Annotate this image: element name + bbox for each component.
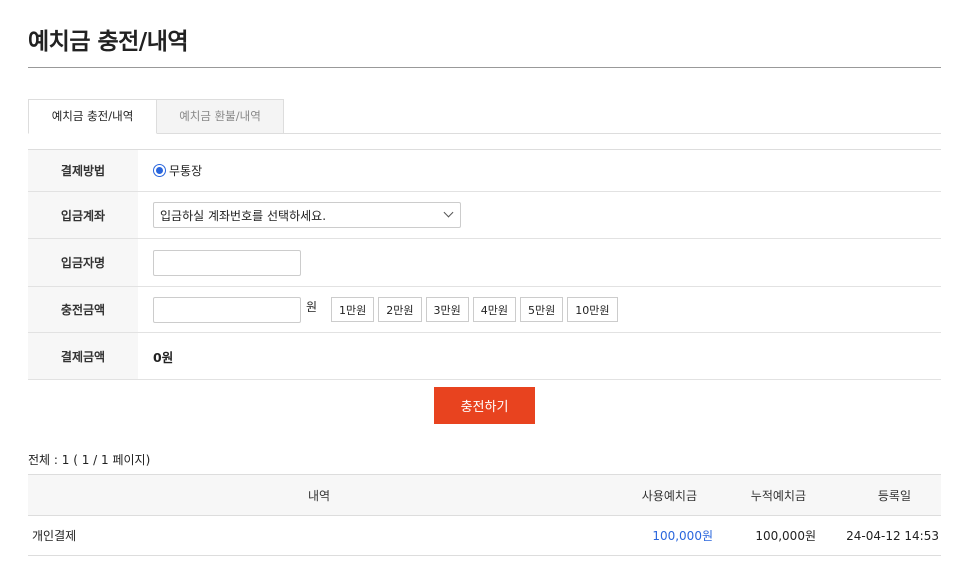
won-unit-label: 원 (306, 299, 318, 314)
history-table: 내역 사용예치금 누적예치금 등록일 개인결제 100,000원 100,000… (28, 474, 941, 556)
tab-charge-history[interactable]: 예치금 충전/내역 (28, 99, 157, 134)
bank-transfer-radio[interactable] (153, 164, 166, 177)
charge-amount-label: 충전금액 (28, 287, 138, 332)
charge-amount-input[interactable] (153, 296, 301, 323)
quick-amount-50000-button[interactable]: 5만원 (520, 297, 564, 322)
payment-amount-row: 결제금액 0원 (28, 333, 941, 380)
payment-method-label: 결제방법 (28, 150, 138, 191)
depositor-name-input[interactable] (153, 249, 301, 276)
quick-amount-10000-button[interactable]: 1만원 (331, 297, 375, 322)
deposit-account-label: 입금계좌 (28, 192, 138, 238)
charge-form: 결제방법 무통장 입금계좌 입금하실 계좌번호를 선택하세요. 입금자명 충전금… (28, 149, 941, 380)
deposit-account-selected: 입금하실 계좌번호를 선택하세요. (160, 208, 327, 223)
header-accumulated-deposit: 누적예치금 (750, 488, 806, 503)
page-title: 예치금 충전/내역 (28, 29, 189, 55)
tab-bar: 예치금 충전/내역 예치금 환불/내역 (28, 99, 941, 134)
table-header: 내역 사용예치금 누적예치금 등록일 (28, 475, 941, 516)
payment-method-row: 결제방법 무통장 (28, 150, 941, 192)
charge-button[interactable]: 충전하기 (434, 387, 535, 424)
tab-refund-history[interactable]: 예치금 환불/내역 (157, 99, 284, 134)
header-description: 내역 (307, 488, 331, 503)
quick-amount-30000-button[interactable]: 3만원 (425, 297, 469, 322)
charge-amount-row: 충전금액 원 1만원 2만원 3만원 4만원 5만원 10만원 (28, 287, 941, 333)
total-count: 전체 : 1 ( 1 / 1 페이지) (28, 453, 151, 467)
quick-amount-100000-button[interactable]: 10만원 (567, 297, 618, 322)
deposit-account-select[interactable]: 입금하실 계좌번호를 선택하세요. (153, 202, 461, 228)
bank-transfer-label[interactable]: 무통장 (169, 162, 202, 179)
depositor-name-row: 입금자명 (28, 239, 941, 287)
depositor-name-label: 입금자명 (28, 239, 138, 286)
row-registered-date: 24-04-12 14:53 (846, 528, 939, 543)
row-accumulated-deposit: 100,000원 (755, 529, 816, 543)
title-divider (28, 67, 941, 68)
quick-amount-40000-button[interactable]: 4만원 (472, 297, 517, 322)
table-row: 개인결제 100,000원 100,000원 24-04-12 14:53 (28, 516, 941, 556)
deposit-account-row: 입금계좌 입금하실 계좌번호를 선택하세요. (28, 192, 941, 239)
payment-amount-label: 결제금액 (28, 333, 138, 379)
row-description: 개인결제 (32, 529, 77, 543)
chevron-down-icon (443, 207, 454, 218)
header-used-deposit: 사용예치금 (641, 488, 697, 503)
payment-amount-value: 0원 (153, 349, 174, 365)
quick-amount-20000-button[interactable]: 2만원 (378, 297, 422, 322)
header-registered-date: 등록일 (877, 488, 911, 503)
row-used-deposit[interactable]: 100,000원 (610, 527, 713, 544)
